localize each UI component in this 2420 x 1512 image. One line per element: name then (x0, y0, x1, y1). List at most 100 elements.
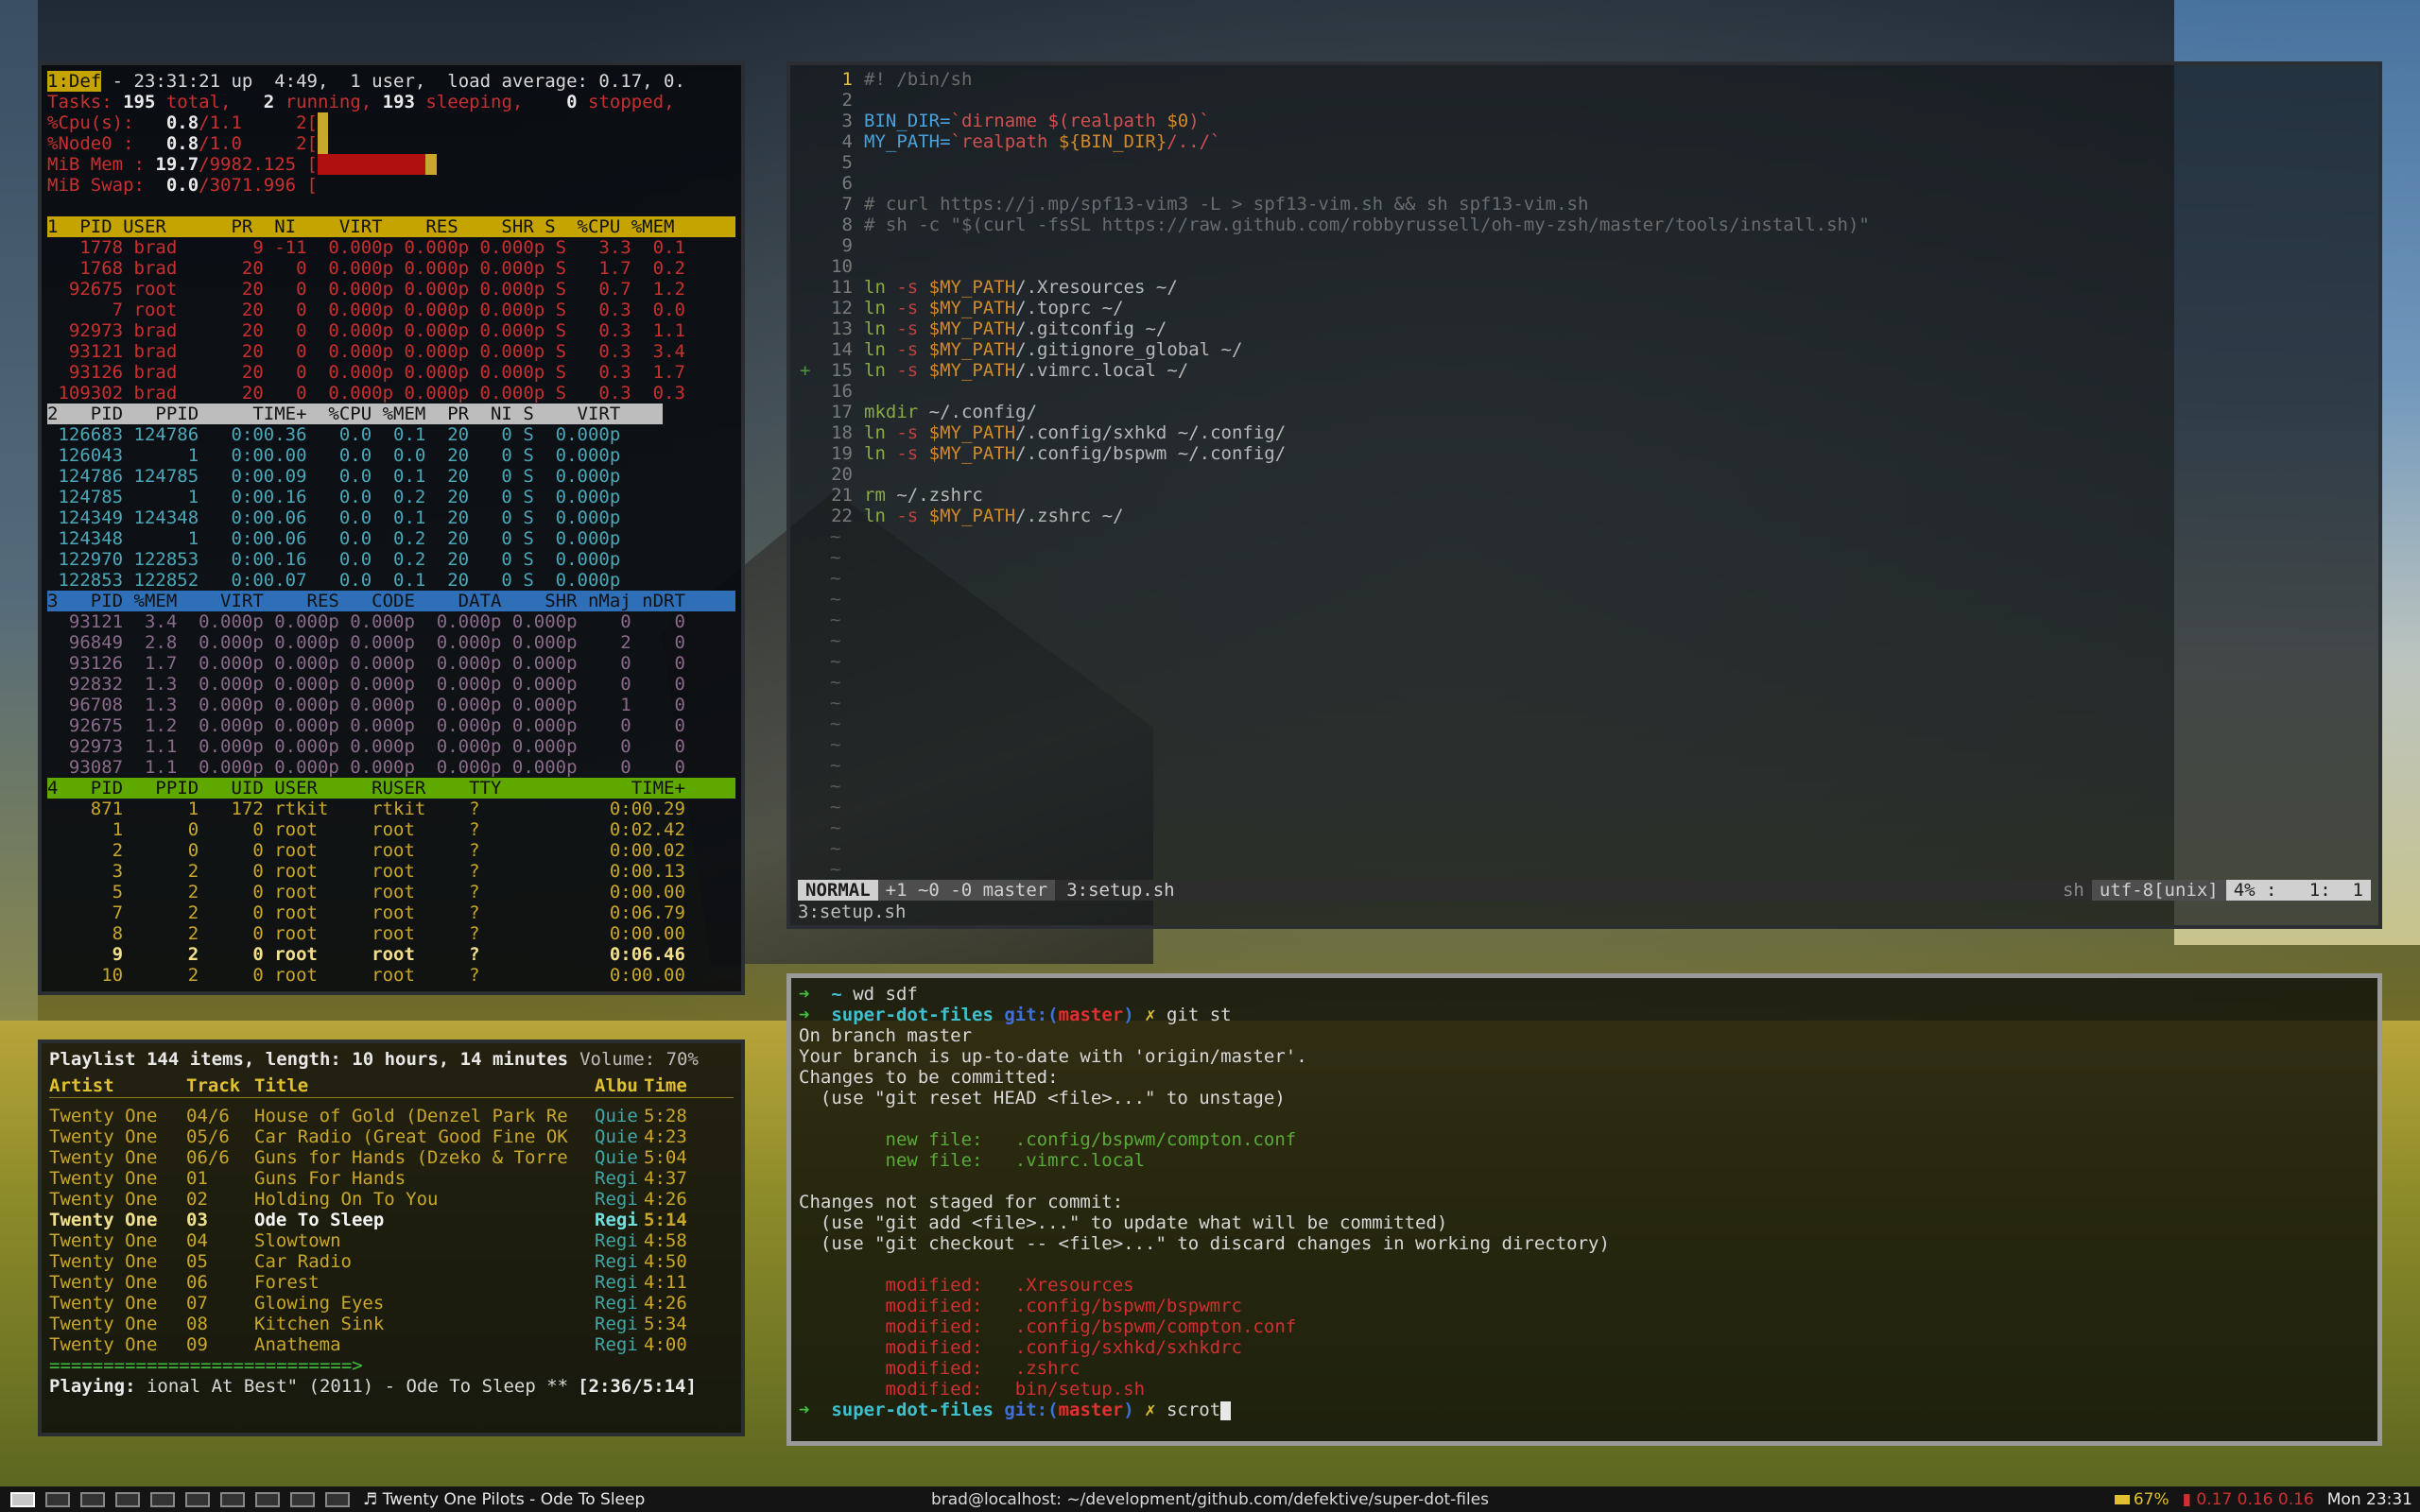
process-row[interactable]: 92675 1.2 0.000p 0.000p 0.000p 0.000p 0.… (47, 715, 735, 736)
process-row[interactable]: 126683 124786 0:00.36 0.0 0.1 20 0 S 0.0… (47, 424, 735, 445)
vim-line[interactable]: 17 mkdir ~/.config/ (796, 402, 2373, 422)
vim-line[interactable]: 6 (796, 173, 2373, 194)
vim-line[interactable]: 21 rm ~/.zshrc (796, 485, 2373, 506)
process-row[interactable]: 92973 brad 20 0 0.000p 0.000p 0.000p S 0… (47, 320, 735, 341)
vim-line[interactable]: 4 MY_PATH=`realpath ${BIN_DIR}/../` (796, 131, 2373, 152)
shell-output[interactable]: ➜ ~ wd sdf ➜ super-dot-files git:(master)… (799, 984, 2370, 1420)
playlist-row[interactable]: Twenty One 04/6 House of Gold (Denzel Park… (49, 1106, 734, 1126)
process-row[interactable]: 109302 brad 20 0 0.000p 0.000p 0.000p S … (47, 383, 735, 404)
vim-line[interactable]: 14 ln -s $MY_PATH/.gitignore_global ~/ (796, 339, 2373, 360)
process-row[interactable]: 2 0 0 root root ? 0:00.02 (47, 840, 735, 861)
workspace-7[interactable] (220, 1491, 245, 1507)
col-artist[interactable]: Artist (49, 1075, 186, 1097)
process-row[interactable]: 1768 brad 20 0 0.000p 0.000p 0.000p S 1.… (47, 258, 735, 279)
playlist-row[interactable]: Twenty One 06/6 Guns for Hands (Dzeko & To… (49, 1147, 734, 1168)
process-row[interactable]: 7 root 20 0 0.000p 0.000p 0.000p S 0.3 0… (47, 300, 735, 320)
process-row[interactable]: 122970 122853 0:00.16 0.0 0.2 20 0 S 0.0… (47, 549, 735, 570)
process-row[interactable]: 5 2 0 root root ? 0:00.00 (47, 882, 735, 902)
vim-line[interactable]: 12 ln -s $MY_PATH/.toprc ~/ (796, 298, 2373, 318)
process-row[interactable]: 92832 1.3 0.000p 0.000p 0.000p 0.000p 0.… (47, 674, 735, 695)
playlist-row[interactable]: Twenty One 05 Car Radio Regi 4:50 (49, 1251, 734, 1272)
vim-line[interactable]: +15 ln -s $MY_PATH/.vimrc.local ~/ (796, 360, 2373, 381)
playlist-row[interactable]: Twenty One 02 Holding On To You Regi 4:26 (49, 1189, 734, 1210)
process-row[interactable]: 122853 122852 0:00.07 0.0 0.1 20 0 S 0.0… (47, 570, 735, 591)
vim-editor-window[interactable]: 1 #! /bin/sh 2 3 BIN_DIR=`dirname $(realpath… (786, 61, 2382, 929)
vim-line[interactable]: 3 BIN_DIR=`dirname $(realpath $0)` (796, 111, 2373, 131)
vim-buffer[interactable]: 1 #! /bin/sh 2 3 BIN_DIR=`dirname $(realpath… (796, 69, 2373, 880)
vim-line[interactable]: 10 (796, 256, 2373, 277)
workspace-8[interactable] (255, 1491, 280, 1507)
workspace-9[interactable] (290, 1491, 315, 1507)
vim-line[interactable]: 7 # curl https://j.mp/spf13-vim3 -L > spf… (796, 194, 2373, 215)
vim-line[interactable]: 13 ln -s $MY_PATH/.gitconfig ~/ (796, 318, 2373, 339)
process-row[interactable]: 124785 1 0:00.16 0.0 0.2 20 0 S 0.000p (47, 487, 735, 507)
workspace-4[interactable] (115, 1491, 140, 1507)
clock[interactable]: Mon 23:31 (2327, 1490, 2412, 1509)
battery-indicator[interactable]: 67% (2114, 1490, 2169, 1509)
vim-line[interactable]: 16 (796, 381, 2373, 402)
col-time[interactable]: Time (644, 1075, 700, 1097)
shell-terminal-window[interactable]: ➜ ~ wd sdf ➜ super-dot-files git:(master)… (786, 973, 2382, 1446)
process-row[interactable]: 93087 1.1 0.000p 0.000p 0.000p 0.000p 0.… (47, 757, 735, 778)
process-row[interactable]: 92973 1.1 0.000p 0.000p 0.000p 0.000p 0.… (47, 736, 735, 757)
process-row[interactable]: 93121 brad 20 0 0.000p 0.000p 0.000p S 0… (47, 341, 735, 362)
process-row[interactable]: 124786 124785 0:00.09 0.0 0.1 20 0 S 0.0… (47, 466, 735, 487)
process-row[interactable]: 92675 root 20 0 0.000p 0.000p 0.000p S 0… (47, 279, 735, 300)
process-row[interactable]: 124349 124348 0:00.06 0.0 0.1 20 0 S 0.0… (47, 507, 735, 528)
now-playing-label[interactable]: ♬ Twenty One Pilots - Ode To Sleep (363, 1490, 645, 1509)
process-row[interactable]: 871 1 172 rtkit rtkit ? 0:00.29 (47, 799, 735, 819)
vim-line[interactable]: 20 (796, 464, 2373, 485)
process-row[interactable]: 93121 3.4 0.000p 0.000p 0.000p 0.000p 0.… (47, 611, 735, 632)
col-track[interactable]: Track (186, 1075, 254, 1097)
vim-line[interactable]: 1 #! /bin/sh (796, 69, 2373, 90)
process-row[interactable]: 96849 2.8 0.000p 0.000p 0.000p 0.000p 0.… (47, 632, 735, 653)
code-token: /.toprc ~/ (1015, 298, 1124, 318)
vim-cmdline[interactable]: 3:setup.sh (798, 902, 906, 922)
playlist-row[interactable]: Twenty One 07 Glowing Eyes Regi 4:26 (49, 1293, 734, 1314)
vim-line[interactable]: 2 (796, 90, 2373, 111)
vim-line[interactable]: 19 ln -s $MY_PATH/.config/bspwm ~/.config… (796, 443, 2373, 464)
vim-line[interactable]: 5 (796, 152, 2373, 173)
music-player-window[interactable]: Playlist 144 items, length: 10 hours, 14… (38, 1040, 745, 1436)
process-row[interactable]: 9 2 0 root root ? 0:06.46 (47, 944, 735, 965)
process-row[interactable]: 10 2 0 root root ? 0:00.00 (47, 965, 735, 986)
playlist-row[interactable]: Twenty One 01 Guns For Hands Regi 4:37 (49, 1168, 734, 1189)
playlist-row[interactable]: Twenty One 06 Forest Regi 4:11 (49, 1272, 734, 1293)
progress-bar[interactable]: ============================> (49, 1355, 734, 1376)
workspace-10[interactable] (325, 1491, 350, 1507)
workspace-2[interactable] (45, 1491, 70, 1507)
shell-text: ✗ (1145, 1005, 1167, 1025)
process-row[interactable]: 126043 1 0:00.00 0.0 0.0 20 0 S 0.000p (47, 445, 735, 466)
process-row[interactable]: 3 2 0 root root ? 0:00.13 (47, 861, 735, 882)
workspace-5[interactable] (150, 1491, 175, 1507)
process-row[interactable]: 1778 brad 9 -11 0.000p 0.000p 0.000p S 3… (47, 237, 735, 258)
col-title[interactable]: Title (254, 1075, 595, 1097)
workspace-1[interactable] (10, 1491, 35, 1507)
workspace-6[interactable] (185, 1491, 210, 1507)
volume-indicator[interactable]: Volume: 70% (579, 1049, 699, 1070)
process-row[interactable]: 1 0 0 root root ? 0:02.42 (47, 819, 735, 840)
vim-line[interactable]: 18 ln -s $MY_PATH/.config/sxhkd ~/.config… (796, 422, 2373, 443)
vim-line[interactable]: 11 ln -s $MY_PATH/.Xresources ~/ (796, 277, 2373, 298)
col-album[interactable]: Albu (595, 1075, 644, 1097)
workspace-3[interactable] (80, 1491, 105, 1507)
playlist-row[interactable]: Twenty One 05/6 Car Radio (Great Good Fine… (49, 1126, 734, 1147)
playlist-row[interactable]: Twenty One 09 Anathema Regi 4:00 (49, 1334, 734, 1355)
process-row[interactable]: 8 2 0 root root ? 0:00.00 (47, 923, 735, 944)
process-row[interactable]: 124348 1 0:00.06 0.0 0.2 20 0 S 0.000p (47, 528, 735, 549)
process-row[interactable]: 93126 brad 20 0 0.000p 0.000p 0.000p S 0… (47, 362, 735, 383)
code-token: )` (1188, 111, 1211, 131)
vim-line[interactable]: 8 # sh -c "$(curl -fsSL https://raw.githu… (796, 215, 2373, 235)
track-time: 4:50 (644, 1251, 687, 1272)
track-number: 04 (186, 1230, 208, 1251)
process-row[interactable]: 96708 1.3 0.000p 0.000p 0.000p 0.000p 0.… (47, 695, 735, 715)
vim-line[interactable]: 9 (796, 235, 2373, 256)
process-row[interactable]: 7 2 0 root root ? 0:06.79 (47, 902, 735, 923)
playlist-row[interactable]: Twenty One 04 Slowtown Regi 4:58 (49, 1230, 734, 1251)
vim-line[interactable]: 22 ln -s $MY_PATH/.zshrc ~/ (796, 506, 2373, 526)
track-album: Regi (595, 1189, 638, 1210)
playlist-row[interactable]: Twenty One 03 Ode To Sleep Regi 5:14 (49, 1210, 734, 1230)
top-terminal-window[interactable]: 1:Def - 23:31:21 up 4:49, 1 user, load a… (38, 61, 745, 995)
playlist-row[interactable]: Twenty One 08 Kitchen Sink Regi 5:34 (49, 1314, 734, 1334)
process-row[interactable]: 93126 1.7 0.000p 0.000p 0.000p 0.000p 0.… (47, 653, 735, 674)
